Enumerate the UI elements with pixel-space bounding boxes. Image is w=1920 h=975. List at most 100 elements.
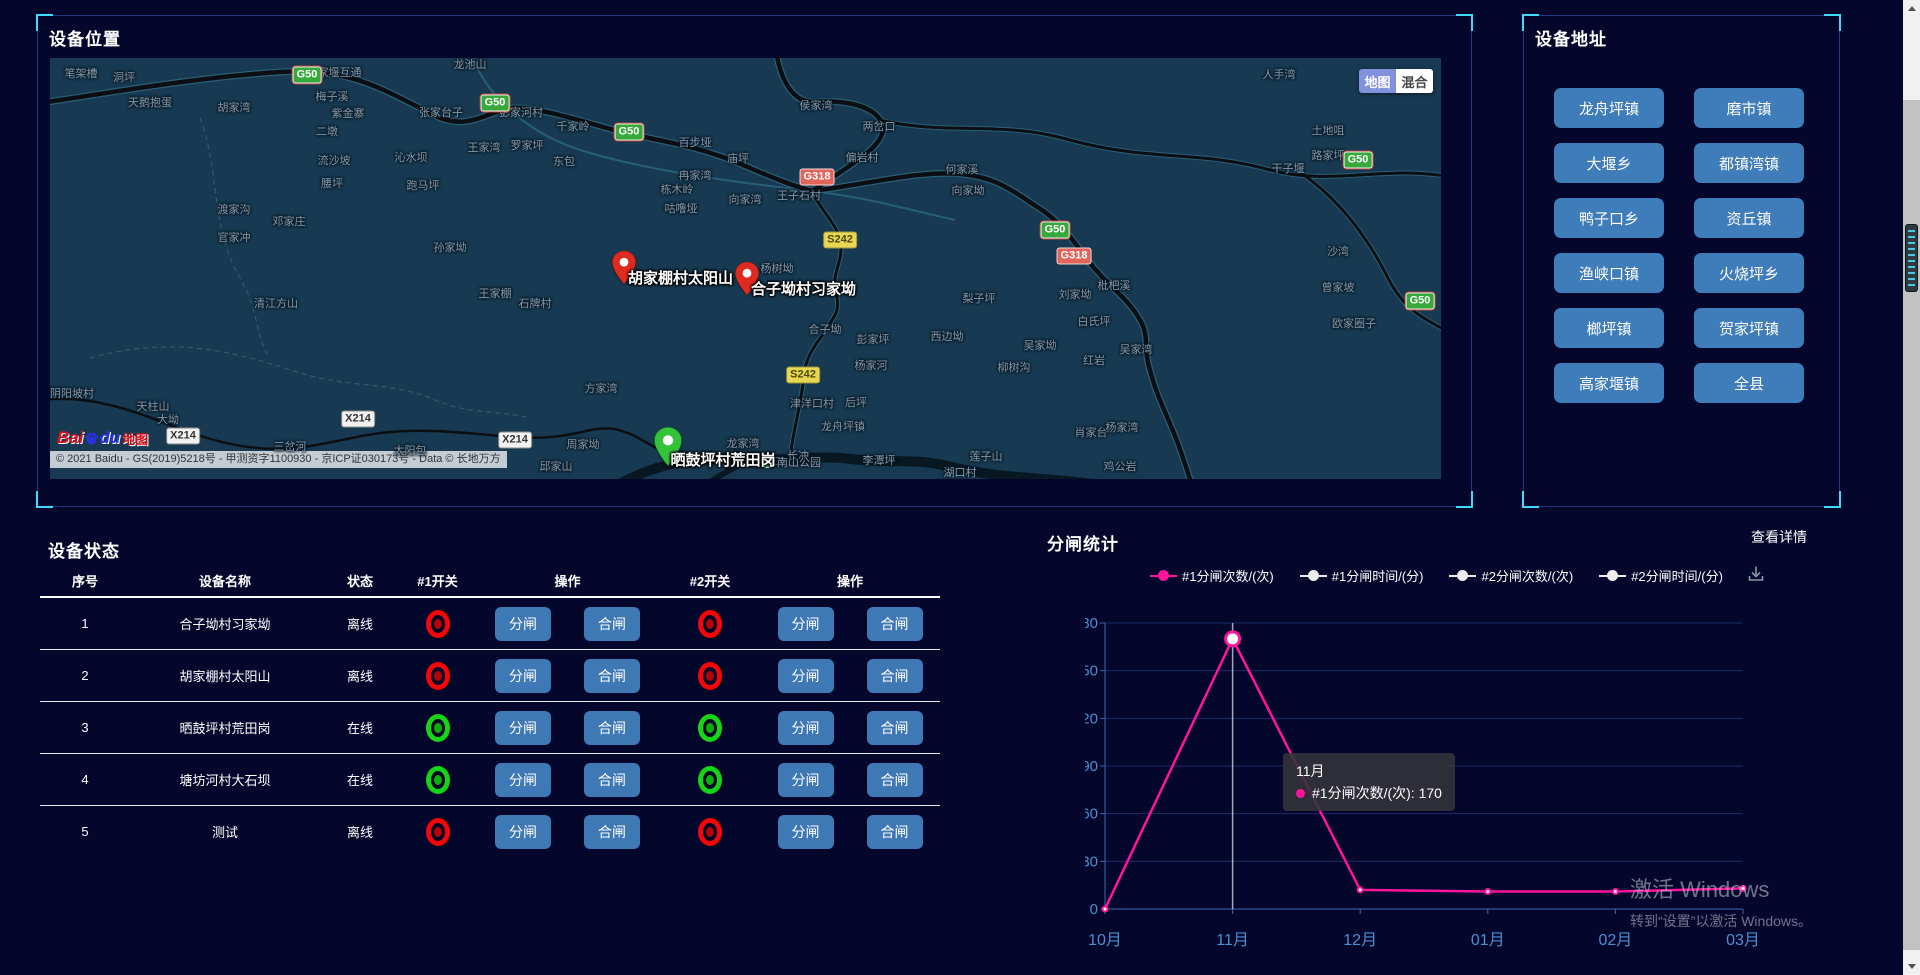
close-switch-button[interactable]: 合闸	[867, 711, 923, 745]
map-town-label: 莲子山	[970, 448, 1003, 464]
legend-item[interactable]: #2分闸次数/(次)	[1449, 566, 1573, 585]
address-button[interactable]: 都镇湾镇	[1694, 143, 1804, 183]
map-town-label: 孙家坳	[434, 239, 467, 255]
road-badge-G50: G50	[1042, 223, 1069, 238]
map-town-label: 跑马坪	[407, 177, 440, 193]
open-switch-button[interactable]: 分闸	[778, 659, 834, 693]
map-marker-label: 晒鼓坪村荒田岗	[671, 449, 776, 470]
open-switch-button[interactable]: 分闸	[495, 711, 551, 745]
scroll-down-arrow-icon[interactable]	[1903, 958, 1920, 975]
map-town-label: 彭家坪	[857, 331, 890, 347]
map-town-label: 龙舟坪镇	[821, 418, 865, 434]
device-status: 在线	[320, 718, 400, 737]
address-button[interactable]: 磨市镇	[1694, 88, 1804, 128]
map-town-label: 李潭坪	[863, 452, 896, 468]
map-marker-green[interactable]: 晒鼓坪村荒田岗	[655, 427, 682, 466]
address-button[interactable]: 鸭子口乡	[1554, 198, 1664, 238]
address-button[interactable]: 高家堰镇	[1554, 363, 1664, 403]
close-switch-button[interactable]: 合闸	[584, 763, 640, 797]
map-type-toggle[interactable]: 地图 混合	[1359, 69, 1433, 93]
line-chart[interactable]: 030609012015018010月11月12月01月02月03月 11月 #…	[1085, 605, 1785, 970]
open-switch-button[interactable]: 分闸	[495, 763, 551, 797]
map-town-label: 石牌村	[519, 295, 552, 311]
close-switch-button[interactable]: 合闸	[584, 659, 640, 693]
legend-item[interactable]: #2分闸时间/(分)	[1599, 566, 1723, 585]
map-town-label: 二墩	[316, 123, 338, 139]
switch2-operations: 分闸合闸	[760, 815, 940, 849]
map-type-option-map[interactable]: 地图	[1359, 69, 1396, 93]
switch2-operations: 分闸合闸	[760, 659, 940, 693]
address-button[interactable]: 榔坪镇	[1554, 308, 1664, 348]
map-town-label: 梨子坪	[963, 290, 996, 306]
device-status: 离线	[320, 822, 400, 841]
svg-text:30: 30	[1085, 853, 1098, 870]
map-town-label: 百步垭	[679, 134, 712, 150]
address-button[interactable]: 渔峡口镇	[1554, 253, 1664, 293]
svg-text:180: 180	[1085, 615, 1098, 632]
address-button[interactable]: 资丘镇	[1694, 198, 1804, 238]
table-row: 3晒鼓坪村荒田岗在线分闸合闸分闸合闸	[40, 702, 940, 754]
column-header: #2开关	[660, 571, 760, 590]
road-badge-G50: G50	[482, 96, 509, 111]
map-town-label: 土地咀	[1312, 122, 1345, 138]
address-button[interactable]: 全县	[1694, 363, 1804, 403]
map-town-label: 洞坪	[113, 69, 135, 85]
scrollbar-widget	[1905, 224, 1918, 292]
download-icon[interactable]	[1746, 564, 1766, 584]
address-button[interactable]: 龙舟坪镇	[1554, 88, 1664, 128]
map-town-label: 千家岭	[557, 118, 590, 134]
row-number: 3	[40, 720, 130, 735]
address-button[interactable]: 贺家坪镇	[1694, 308, 1804, 348]
map-type-option-hybrid[interactable]: 混合	[1396, 69, 1433, 93]
section-title-device-status: 设备状态	[48, 537, 120, 562]
device-address-panel: 设备地址 龙舟坪镇磨市镇大堰乡都镇湾镇鸭子口乡资丘镇渔峡口镇火烧坪乡榔坪镇贺家坪…	[1523, 15, 1840, 507]
logo-text-du: du	[99, 428, 120, 448]
open-switch-button[interactable]: 分闸	[778, 607, 834, 641]
map-town-label: 三岔河	[274, 438, 307, 454]
switch2-cell	[660, 714, 760, 742]
map-marker-label: 胡家棚村太阳山	[628, 267, 733, 288]
svg-text:10月: 10月	[1088, 932, 1122, 949]
map-marker-label: 合子坳村习家坳	[751, 278, 856, 299]
map-canvas[interactable]: 地图 混合 Bai du 地图 © 2021 Baidu - GS(2019)5…	[50, 58, 1441, 479]
open-switch-button[interactable]: 分闸	[778, 711, 834, 745]
column-header: 序号	[40, 571, 130, 590]
close-switch-button[interactable]: 合闸	[867, 607, 923, 641]
legend-item[interactable]: #1分闸次数/(次)	[1150, 566, 1274, 585]
close-switch-button[interactable]: 合闸	[867, 659, 923, 693]
view-details-link[interactable]: 查看详情	[1751, 527, 1807, 547]
tooltip-series-dot	[1296, 789, 1305, 798]
open-switch-button[interactable]: 分闸	[778, 815, 834, 849]
svg-text:03月: 03月	[1726, 932, 1760, 949]
device-name: 晒鼓坪村荒田岗	[130, 718, 320, 737]
switch1-operations: 分闸合闸	[475, 711, 660, 745]
close-switch-button[interactable]: 合闸	[584, 815, 640, 849]
open-switch-button[interactable]: 分闸	[495, 659, 551, 693]
close-switch-button[interactable]: 合闸	[867, 763, 923, 797]
chart-legend: #1分闸次数/(次) #1分闸时间/(分) #2分闸次数/(次) #2分闸时间/(分)	[1150, 566, 1723, 585]
map-town-label: 红岩	[1083, 352, 1105, 368]
address-button[interactable]: 大堰乡	[1554, 143, 1664, 183]
panel-title-device-address: 设备地址	[1535, 25, 1607, 50]
switch2-indicator-green	[698, 714, 722, 742]
road-badge-G50: G50	[1407, 294, 1434, 309]
switch1-operations: 分闸合闸	[475, 659, 660, 693]
close-switch-button[interactable]: 合闸	[584, 711, 640, 745]
close-switch-button[interactable]: 合闸	[584, 607, 640, 641]
road-badge-X214: X214	[167, 429, 199, 444]
map-town-label: 流沙坡	[318, 152, 351, 168]
map-marker-red[interactable]: 胡家棚村太阳山	[612, 251, 636, 284]
corner-decoration	[36, 491, 53, 508]
svg-text:90: 90	[1085, 758, 1098, 775]
scroll-up-arrow-icon[interactable]	[1903, 0, 1920, 17]
open-switch-button[interactable]: 分闸	[495, 815, 551, 849]
legend-item[interactable]: #1分闸时间/(分)	[1300, 566, 1424, 585]
map-marker-red[interactable]: 合子坳村习家坳	[735, 262, 759, 295]
legend-label: #1分闸时间/(分)	[1332, 566, 1424, 585]
map-town-label: 人手湾	[1263, 66, 1296, 82]
open-switch-button[interactable]: 分闸	[495, 607, 551, 641]
open-switch-button[interactable]: 分闸	[778, 763, 834, 797]
close-switch-button[interactable]: 合闸	[867, 815, 923, 849]
vertical-scrollbar[interactable]	[1903, 0, 1920, 975]
address-button[interactable]: 火烧坪乡	[1694, 253, 1804, 293]
